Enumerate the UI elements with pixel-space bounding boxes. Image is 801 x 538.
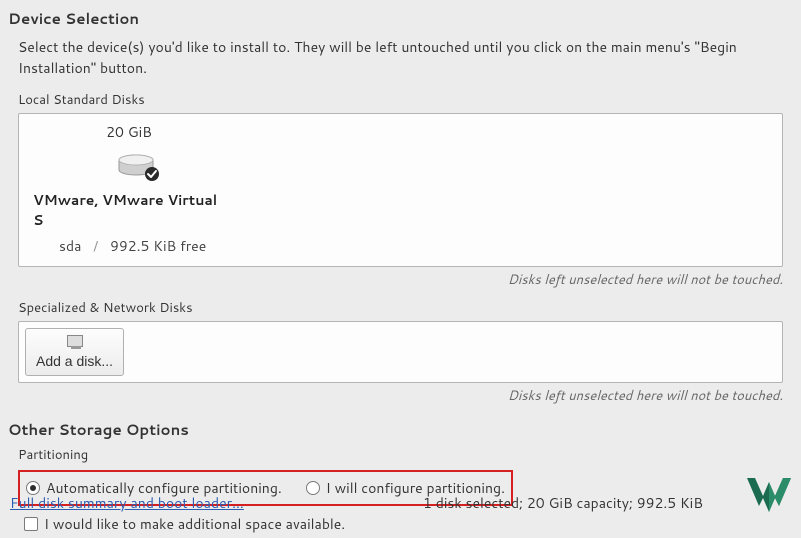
logo-icon bbox=[745, 474, 793, 519]
network-disks-box: Add a disk... bbox=[18, 321, 783, 383]
other-storage-title: Other Storage Options bbox=[0, 413, 801, 442]
local-disks-label: Local Standard Disks bbox=[0, 89, 801, 113]
network-disks-label: Specialized & Network Disks bbox=[0, 297, 801, 321]
partitioning-label: Partitioning bbox=[0, 442, 801, 468]
footer-status: 1 disk selected; 20 GiB capacity; 992.5 … bbox=[423, 493, 783, 513]
device-selection-description: Select the device(s) you'd like to insta… bbox=[0, 33, 801, 89]
disk-info: sda / 992.5 KiB free bbox=[29, 230, 206, 256]
network-card-icon bbox=[67, 335, 83, 347]
device-selection-title: Device Selection bbox=[0, 0, 801, 33]
add-disk-button[interactable]: Add a disk... bbox=[25, 328, 124, 376]
disk-name: VMware, VMware Virtual S bbox=[29, 186, 229, 230]
local-disks-box: 20 GiB VMware, VMware Virtual S sda / 99… bbox=[18, 113, 783, 267]
full-disk-summary-link[interactable]: Full disk summary and boot loader... bbox=[10, 493, 244, 513]
disk-dev: sda bbox=[59, 236, 81, 256]
disk-free: 992.5 KiB free bbox=[110, 236, 206, 256]
unselected-hint-2: Disks left unselected here will not be t… bbox=[0, 383, 801, 413]
disk-size: 20 GiB bbox=[19, 122, 239, 148]
hard-disk-icon bbox=[29, 148, 249, 186]
add-disk-label: Add a disk... bbox=[36, 353, 113, 369]
separator: / bbox=[85, 236, 106, 256]
disk-item[interactable]: 20 GiB VMware, VMware Virtual S sda / 99… bbox=[19, 114, 239, 266]
footer: Full disk summary and boot loader... 1 d… bbox=[0, 485, 801, 523]
unselected-hint-1: Disks left unselected here will not be t… bbox=[0, 267, 801, 297]
